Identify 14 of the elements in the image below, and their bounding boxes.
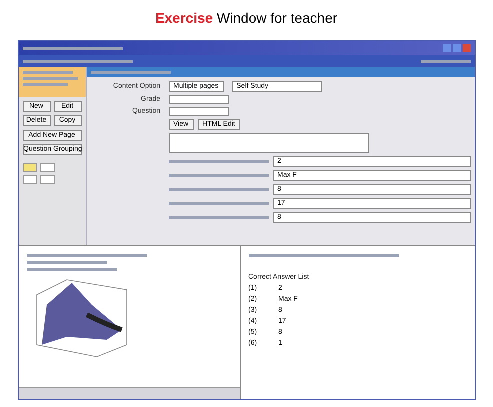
minimize-icon[interactable]	[442, 44, 450, 52]
page-box[interactable]	[40, 175, 54, 184]
blurred-text-line	[22, 71, 72, 74]
blurred-text-line	[22, 77, 78, 80]
blurred-text-line	[420, 60, 470, 62]
maximize-icon[interactable]	[452, 44, 460, 52]
input-field[interactable]	[168, 95, 228, 104]
page-box[interactable]	[22, 163, 37, 172]
slide-title: Exercise Window for teacher	[155, 9, 338, 28]
blurred-text-line	[22, 83, 68, 86]
input-field[interactable]	[168, 107, 228, 116]
text-area[interactable]	[168, 133, 368, 153]
page-box[interactable]	[22, 175, 37, 184]
page-box[interactable]	[40, 163, 54, 172]
